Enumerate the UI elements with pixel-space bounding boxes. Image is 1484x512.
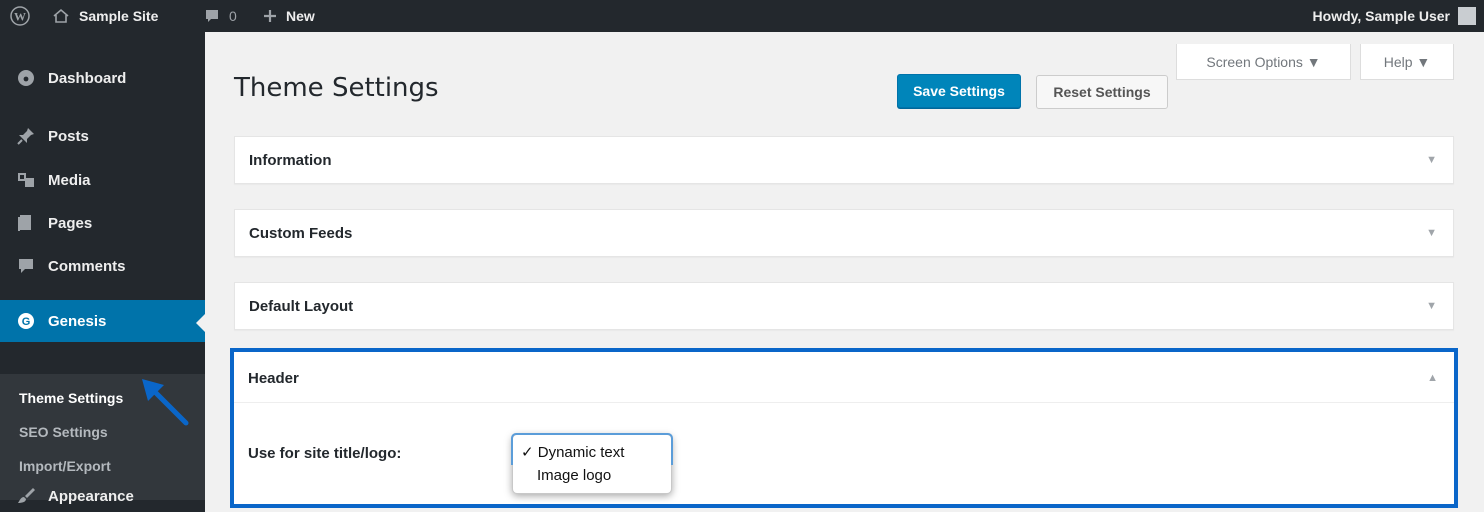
postbox-default-layout[interactable]: Default Layout ▼ xyxy=(234,282,1454,330)
dashboard-icon xyxy=(16,68,36,88)
submenu-item-import-export[interactable]: Import/Export xyxy=(19,458,111,474)
sidebar-item-label: Media xyxy=(48,171,91,189)
postbox-title: Custom Feeds xyxy=(249,225,353,242)
admin-sidebar: Dashboard Posts Media Pages Comments G G… xyxy=(0,32,205,512)
site-title-logo-label: Use for site title/logo: xyxy=(248,445,402,462)
sidebar-item-label: Genesis xyxy=(48,312,107,330)
new-label: New xyxy=(286,8,315,24)
media-icon xyxy=(16,170,36,190)
divider xyxy=(234,402,1454,403)
sidebar-item-label: Dashboard xyxy=(48,69,127,87)
pages-icon xyxy=(16,213,36,233)
comments-count: 0 xyxy=(229,8,237,24)
caret-down-icon[interactable]: ▼ xyxy=(1426,154,1437,166)
brush-icon xyxy=(16,486,36,506)
page-title: Theme Settings xyxy=(234,73,439,103)
comment-icon xyxy=(16,256,36,276)
sidebar-item-label: Comments xyxy=(48,257,126,275)
new-content-link[interactable]: New xyxy=(262,0,315,32)
postbox-title: Information xyxy=(249,152,332,169)
sidebar-item-pages[interactable]: Pages xyxy=(0,213,205,233)
home-icon xyxy=(53,8,69,23)
screen-options-tab[interactable]: Screen Options ▼ xyxy=(1176,44,1351,80)
wordpress-logo-icon[interactable]: W xyxy=(10,0,30,32)
plus-icon xyxy=(264,10,276,22)
sidebar-item-label: Posts xyxy=(48,127,89,145)
postbox-custom-feeds[interactable]: Custom Feeds ▼ xyxy=(234,209,1454,257)
sidebar-item-dashboard[interactable]: Dashboard xyxy=(0,68,205,88)
option-dynamic-text[interactable]: ✓ Dynamic text xyxy=(521,443,624,461)
submenu-item-seo-settings[interactable]: SEO Settings xyxy=(19,424,108,440)
postbox-header[interactable]: Header ▲ Use for site title/logo: ✓ Dyna… xyxy=(230,348,1458,508)
caret-up-icon[interactable]: ▲ xyxy=(1427,372,1438,384)
comment-bubble-icon xyxy=(206,10,218,22)
site-name-link[interactable]: Sample Site xyxy=(52,0,158,32)
comments-link[interactable]: 0 xyxy=(204,0,237,32)
sidebar-item-media[interactable]: Media xyxy=(0,170,205,190)
avatar[interactable] xyxy=(1458,7,1476,25)
caret-down-icon[interactable]: ▼ xyxy=(1426,300,1437,312)
admin-bar: W Sample Site 0 New Howdy, Sample User xyxy=(0,0,1484,32)
sidebar-item-label: Appearance xyxy=(48,487,134,505)
svg-text:W: W xyxy=(14,10,26,24)
site-title-logo-select[interactable]: ✓ Dynamic text Image logo xyxy=(511,433,673,494)
site-name: Sample Site xyxy=(79,8,159,24)
postbox-title: Header xyxy=(248,370,299,387)
sidebar-item-label: Pages xyxy=(48,214,93,232)
svg-text:G: G xyxy=(22,316,31,328)
help-tab[interactable]: Help ▼ xyxy=(1360,44,1454,80)
sidebar-item-posts[interactable]: Posts xyxy=(0,126,205,146)
annotation-arrow-icon xyxy=(142,379,189,426)
option-image-logo[interactable]: Image logo xyxy=(537,467,611,484)
postbox-information[interactable]: Information ▼ xyxy=(234,136,1454,184)
submenu-item-theme-settings[interactable]: Theme Settings xyxy=(19,390,123,406)
account-link[interactable]: Howdy, Sample User xyxy=(1313,0,1450,32)
howdy-text: Howdy, Sample User xyxy=(1312,8,1450,24)
reset-settings-button[interactable]: Reset Settings xyxy=(1036,75,1168,109)
sidebar-item-genesis[interactable]: G Genesis xyxy=(0,300,205,342)
postbox-title: Default Layout xyxy=(249,298,354,315)
pin-icon xyxy=(16,126,36,146)
sidebar-item-appearance[interactable]: Appearance xyxy=(0,486,205,506)
current-menu-arrow xyxy=(196,314,205,332)
save-settings-button[interactable]: Save Settings xyxy=(897,74,1021,108)
genesis-icon: G xyxy=(16,311,36,331)
caret-down-icon[interactable]: ▼ xyxy=(1426,227,1437,239)
sidebar-item-comments[interactable]: Comments xyxy=(0,256,205,276)
